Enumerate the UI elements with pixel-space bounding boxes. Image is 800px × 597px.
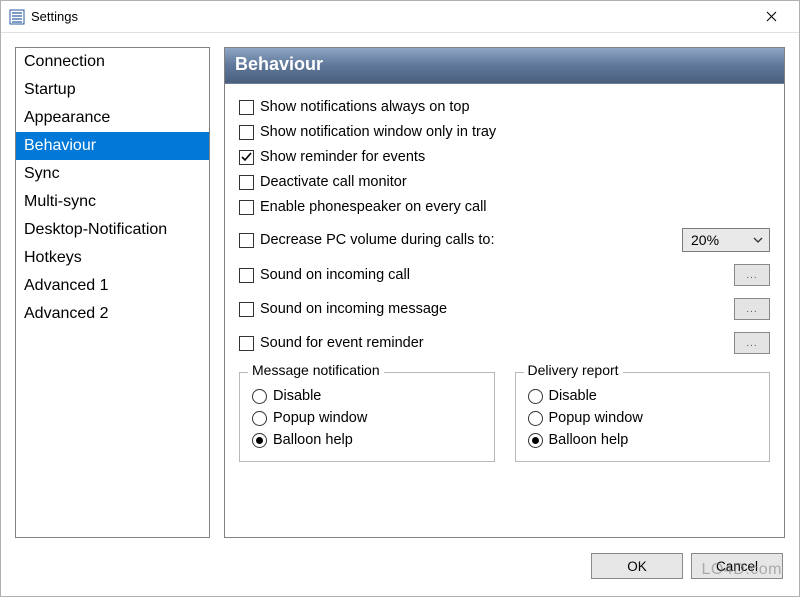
check-deactivate-monitor-row: Deactivate call monitor (239, 171, 770, 193)
msg-radio-balloon[interactable] (252, 433, 267, 448)
panel-title: Behaviour (225, 48, 784, 84)
check-phonespeaker-label: Enable phonespeaker on every call (260, 199, 487, 215)
delivery-report-legend: Delivery report (524, 362, 623, 378)
msg-radio-disable-row: Disable (252, 385, 482, 407)
sidebar-item-behaviour[interactable]: Behaviour (16, 132, 209, 160)
volume-label: Decrease PC volume during calls to: (260, 232, 676, 248)
check-sound-incoming-message[interactable] (239, 302, 254, 317)
check-deactivate-monitor-label: Deactivate call monitor (260, 174, 407, 190)
sidebar: Connection Startup Appearance Behaviour … (15, 47, 210, 538)
check-always-on-top-row: Show notifications always on top (239, 96, 770, 118)
sound-incoming-message-row: Sound on incoming message ... (239, 298, 770, 320)
sound-incoming-message-label: Sound on incoming message (260, 301, 728, 317)
cancel-button[interactable]: Cancel (691, 553, 783, 579)
ok-button[interactable]: OK (591, 553, 683, 579)
del-radio-popup-row: Popup window (528, 407, 758, 429)
sound-event-reminder-row: Sound for event reminder ... (239, 332, 770, 354)
del-radio-disable-row: Disable (528, 385, 758, 407)
close-icon (766, 11, 777, 22)
del-radio-popup[interactable] (528, 411, 543, 426)
msg-radio-popup[interactable] (252, 411, 267, 426)
browse-event-reminder[interactable]: ... (734, 332, 770, 354)
del-radio-disable[interactable] (528, 389, 543, 404)
volume-value: 20% (691, 232, 719, 248)
sidebar-item-advanced-2[interactable]: Advanced 2 (16, 300, 209, 328)
msg-radio-disable[interactable] (252, 389, 267, 404)
check-phonespeaker[interactable] (239, 200, 254, 215)
volume-row: Decrease PC volume during calls to: 20% (239, 228, 770, 252)
check-reminder[interactable] (239, 150, 254, 165)
sound-incoming-call-row: Sound on incoming call ... (239, 264, 770, 286)
del-radio-disable-label: Disable (549, 388, 597, 404)
check-sound-incoming-call[interactable] (239, 268, 254, 283)
check-volume[interactable] (239, 233, 254, 248)
del-radio-balloon[interactable] (528, 433, 543, 448)
sound-incoming-call-label: Sound on incoming call (260, 267, 728, 283)
volume-dropdown[interactable]: 20% (682, 228, 770, 252)
group-message-notification: Message notification Disable Popup windo… (239, 372, 495, 462)
browse-incoming-call[interactable]: ... (734, 264, 770, 286)
sidebar-item-hotkeys[interactable]: Hotkeys (16, 244, 209, 272)
content-area: Connection Startup Appearance Behaviour … (1, 33, 799, 546)
del-radio-balloon-label: Balloon help (549, 432, 629, 448)
main-panel: Behaviour Show notifications always on t… (224, 47, 785, 538)
check-deactivate-monitor[interactable] (239, 175, 254, 190)
del-radio-balloon-row: Balloon help (528, 429, 758, 451)
sidebar-item-sync[interactable]: Sync (16, 160, 209, 188)
titlebar: Settings (1, 1, 799, 33)
msg-radio-balloon-label: Balloon help (273, 432, 353, 448)
check-reminder-label: Show reminder for events (260, 149, 425, 165)
msg-radio-balloon-row: Balloon help (252, 429, 482, 451)
check-only-in-tray-row: Show notification window only in tray (239, 121, 770, 143)
check-reminder-row: Show reminder for events (239, 146, 770, 168)
check-always-on-top-label: Show notifications always on top (260, 99, 470, 115)
app-icon (9, 9, 25, 25)
settings-window: Settings Connection Startup Appearance B… (0, 0, 800, 597)
check-phonespeaker-row: Enable phonespeaker on every call (239, 196, 770, 218)
sound-event-reminder-label: Sound for event reminder (260, 335, 728, 351)
sidebar-item-connection[interactable]: Connection (16, 48, 209, 76)
message-notification-legend: Message notification (248, 362, 384, 378)
sidebar-item-multi-sync[interactable]: Multi-sync (16, 188, 209, 216)
sidebar-item-appearance[interactable]: Appearance (16, 104, 209, 132)
browse-incoming-message[interactable]: ... (734, 298, 770, 320)
msg-radio-disable-label: Disable (273, 388, 321, 404)
check-always-on-top[interactable] (239, 100, 254, 115)
panel-body: Show notifications always on top Show no… (225, 84, 784, 537)
check-only-in-tray-label: Show notification window only in tray (260, 124, 496, 140)
check-sound-event-reminder[interactable] (239, 336, 254, 351)
sidebar-item-desktop-notification[interactable]: Desktop-Notification (16, 216, 209, 244)
chevron-down-icon (753, 237, 763, 243)
footer: OK Cancel (1, 546, 799, 596)
sidebar-item-advanced-1[interactable]: Advanced 1 (16, 272, 209, 300)
msg-radio-popup-label: Popup window (273, 410, 367, 426)
group-row: Message notification Disable Popup windo… (239, 372, 770, 462)
msg-radio-popup-row: Popup window (252, 407, 482, 429)
check-only-in-tray[interactable] (239, 125, 254, 140)
sidebar-item-startup[interactable]: Startup (16, 76, 209, 104)
window-title: Settings (31, 9, 78, 24)
group-delivery-report: Delivery report Disable Popup window Bal… (515, 372, 771, 462)
close-button[interactable] (751, 3, 791, 31)
del-radio-popup-label: Popup window (549, 410, 643, 426)
